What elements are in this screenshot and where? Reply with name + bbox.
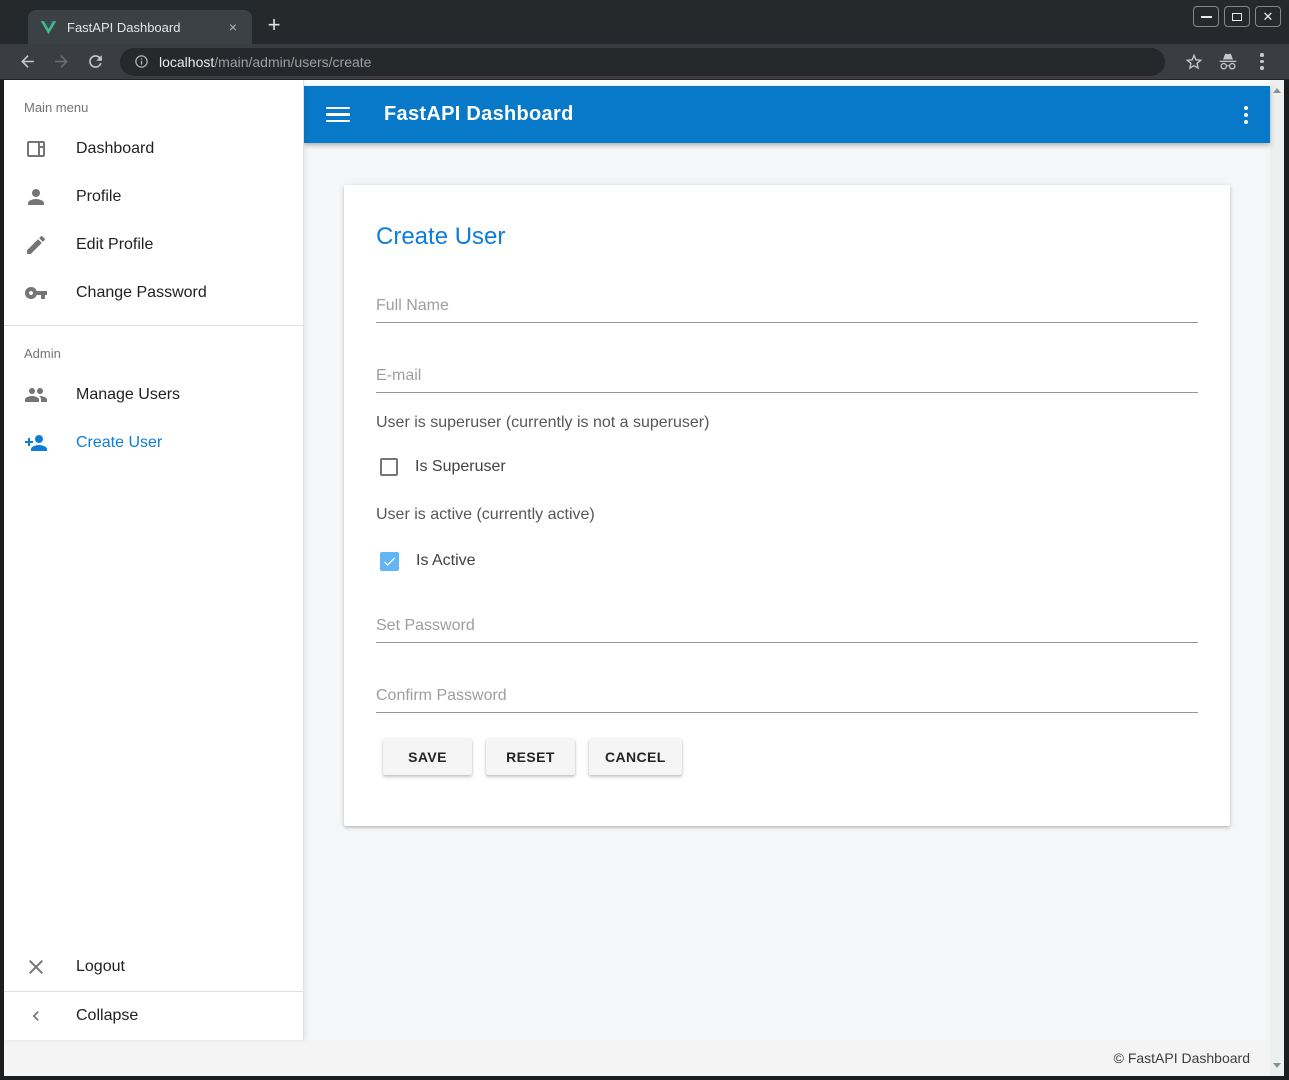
forward-button[interactable]: [47, 48, 75, 76]
pencil-icon: [24, 233, 48, 257]
close-window-button[interactable]: ✕: [1255, 6, 1281, 27]
web-page: Main menu Dashboard Profile: [4, 80, 1284, 1076]
confirm-password-field-wrap: [376, 687, 1198, 713]
browser-window: FastAPI Dashboard × + ✕ localhost/main/a…: [0, 0, 1289, 1080]
url-host: localhost: [159, 54, 214, 70]
reload-button[interactable]: [81, 48, 109, 76]
active-hint: User is active (currently active): [376, 503, 1198, 527]
app-bar-title: FastAPI Dashboard: [384, 103, 574, 126]
reset-button[interactable]: RESET: [486, 739, 575, 775]
person-add-icon: [24, 431, 48, 455]
sidebar-item-label: Manage Users: [76, 386, 180, 404]
vue-favicon-icon: [40, 20, 57, 35]
sidebar-item-label: Create User: [76, 434, 162, 452]
kebab-menu-icon: [1260, 53, 1264, 70]
superuser-hint: User is superuser (currently is not a su…: [376, 411, 1198, 435]
active-check-row[interactable]: Is Active: [376, 549, 1198, 573]
close-icon: ✕: [1263, 10, 1274, 23]
app-bar: FastAPI Dashboard: [304, 86, 1270, 143]
confirm-password-input[interactable]: [376, 687, 1198, 713]
email-field-wrap: [376, 367, 1198, 393]
main-area: FastAPI Dashboard Create User User is s: [304, 80, 1270, 1040]
browser-titlebar: FastAPI Dashboard × + ✕: [0, 0, 1289, 44]
scroll-up-icon[interactable]: [1273, 88, 1281, 93]
sidebar: Main menu Dashboard Profile: [4, 80, 304, 1040]
sidebar-item-label: Dashboard: [76, 140, 154, 158]
sidebar-item-collapse[interactable]: Collapse: [4, 992, 303, 1040]
sidebar-spacer: [4, 467, 303, 943]
form-buttons: SAVE RESET CANCEL: [383, 739, 1198, 775]
url-text[interactable]: localhost/main/admin/users/create: [159, 54, 371, 70]
is-superuser-checkbox[interactable]: [380, 458, 398, 476]
hamburger-menu-icon[interactable]: [326, 103, 350, 127]
sidebar-section-main-menu: Main menu: [4, 80, 303, 125]
full-name-input[interactable]: [376, 297, 1198, 323]
email-input[interactable]: [376, 367, 1198, 393]
sidebar-item-change-password[interactable]: Change Password: [4, 269, 303, 317]
sidebar-item-edit-profile[interactable]: Edit Profile: [4, 221, 303, 269]
incognito-icon: [1218, 52, 1238, 72]
sidebar-item-label: Profile: [76, 188, 121, 206]
forward-arrow-icon: [52, 52, 71, 71]
star-icon: [1184, 52, 1204, 72]
save-button[interactable]: SAVE: [383, 739, 472, 775]
dashboard-icon: [24, 137, 48, 161]
maximize-button[interactable]: [1224, 6, 1250, 27]
is-active-label: Is Active: [416, 552, 476, 570]
tab-title: FastAPI Dashboard: [67, 20, 224, 35]
content-row: Main menu Dashboard Profile: [4, 80, 1270, 1040]
sidebar-divider: [4, 325, 303, 326]
maximize-icon: [1232, 13, 1242, 21]
page-info-icon[interactable]: [134, 54, 149, 69]
reload-icon: [86, 52, 105, 71]
url-path: /main/admin/users/create: [214, 54, 371, 70]
sidebar-item-logout[interactable]: Logout: [4, 943, 303, 991]
sidebar-item-label: Change Password: [76, 284, 207, 302]
is-superuser-label: Is Superuser: [415, 458, 506, 476]
page-scrollbar[interactable]: [1270, 80, 1284, 1076]
close-icon: [24, 955, 48, 979]
new-tab-button[interactable]: +: [260, 12, 288, 40]
create-user-card: Create User User is superuser (currently…: [344, 185, 1230, 826]
copyright-text: © FastAPI Dashboard: [1114, 1050, 1250, 1066]
set-password-input[interactable]: [376, 617, 1198, 643]
bookmark-button[interactable]: [1180, 48, 1208, 76]
superuser-check-row[interactable]: Is Superuser: [376, 455, 1198, 479]
back-button[interactable]: [13, 48, 41, 76]
sidebar-item-dashboard[interactable]: Dashboard: [4, 125, 303, 173]
sidebar-item-label: Logout: [76, 958, 125, 976]
window-controls: ✕: [1193, 6, 1281, 27]
app-bar-menu-icon[interactable]: [1244, 106, 1248, 124]
checkmark-icon: [382, 554, 397, 569]
is-active-checkbox[interactable]: [380, 552, 399, 571]
browser-toolbar: localhost/main/admin/users/create: [0, 44, 1289, 80]
sidebar-item-create-user[interactable]: Create User: [4, 419, 303, 467]
toolbar-right: [1177, 48, 1279, 76]
person-icon: [24, 185, 48, 209]
sidebar-item-label: Edit Profile: [76, 236, 153, 254]
key-icon: [24, 281, 48, 305]
page-footer: © FastAPI Dashboard: [4, 1040, 1270, 1076]
sidebar-item-manage-users[interactable]: Manage Users: [4, 371, 303, 419]
browser-tab[interactable]: FastAPI Dashboard ×: [28, 10, 252, 44]
minimize-button[interactable]: [1193, 6, 1219, 27]
browser-menu-button[interactable]: [1248, 48, 1276, 76]
tab-close-icon[interactable]: ×: [224, 18, 242, 36]
sidebar-item-profile[interactable]: Profile: [4, 173, 303, 221]
cancel-button[interactable]: CANCEL: [589, 739, 682, 775]
minimize-icon: [1201, 16, 1212, 18]
people-icon: [24, 383, 48, 407]
set-password-field-wrap: [376, 617, 1198, 643]
sidebar-section-admin: Admin: [4, 334, 303, 371]
chevron-left-icon: [24, 1004, 48, 1028]
sidebar-item-label: Collapse: [76, 1007, 138, 1025]
back-arrow-icon: [18, 52, 37, 71]
main-content: Create User User is superuser (currently…: [304, 143, 1270, 1040]
page-title: Create User: [376, 221, 1198, 253]
full-name-field-wrap: [376, 297, 1198, 323]
scroll-down-icon[interactable]: [1273, 1063, 1281, 1068]
incognito-indicator: [1214, 48, 1242, 76]
address-bar[interactable]: localhost/main/admin/users/create: [120, 48, 1165, 76]
